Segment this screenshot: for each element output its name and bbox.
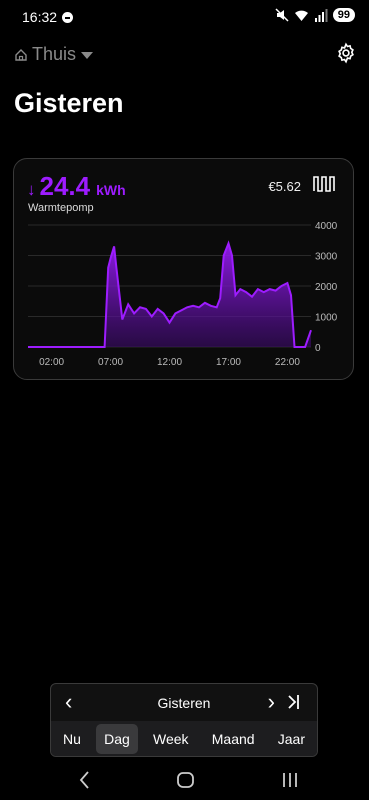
energy-unit: kWh — [96, 182, 126, 198]
home-icon — [15, 48, 27, 61]
period-navigator: ‹ Gisteren › Nu Dag Week Maand Jaar — [50, 683, 318, 757]
status-time: 16:32 — [22, 9, 58, 25]
battery-badge: 99 — [332, 8, 355, 22]
arrow-down-icon: ↓ — [27, 180, 36, 199]
caret-down-icon — [81, 51, 94, 59]
energy-card[interactable]: ↓ 24.4 kWh Warmtepomp €5.62 4000 3000 2000… — [13, 158, 354, 380]
y-tick-label: 0 — [315, 343, 321, 354]
x-tick-label: 07:00 — [98, 357, 123, 368]
mute-icon — [275, 8, 289, 22]
system-nav-bar — [79, 771, 297, 789]
skip-to-end-icon[interactable] — [287, 694, 301, 710]
notification-icon — [62, 12, 73, 23]
x-tick-label: 12:00 — [157, 357, 182, 368]
device-name: Warmtepomp — [28, 202, 94, 214]
location-label: Thuis — [32, 44, 77, 64]
cost-value: €5.62 — [268, 179, 301, 194]
tab-maand[interactable]: Maand — [204, 724, 263, 754]
energy-chart: 4000 3000 2000 1000 0 02:00 07:00 12:00 17:00 22:… — [28, 221, 338, 368]
chevron-right-icon[interactable]: › — [268, 689, 275, 715]
x-tick-label: 17:00 — [216, 357, 241, 368]
heat-pump-icon — [313, 176, 335, 192]
page-title: Gisteren — [14, 88, 124, 118]
status-bar: 16:32 99 — [0, 0, 369, 34]
x-tick-label: 02:00 — [39, 357, 64, 368]
y-tick-label: 3000 — [315, 252, 338, 263]
tab-week[interactable]: Week — [145, 724, 197, 754]
gear-icon[interactable] — [335, 42, 357, 64]
period-label: Gisteren — [157, 695, 211, 711]
y-tick-label: 1000 — [315, 313, 338, 324]
energy-value: 24.4 — [39, 171, 91, 201]
location-selector[interactable]: Thuis — [14, 44, 94, 65]
x-tick-label: 22:00 — [275, 357, 300, 368]
energy-total: ↓ 24.4 kWh — [27, 171, 126, 202]
chart-area — [28, 243, 311, 347]
home-button-icon[interactable] — [177, 772, 194, 788]
tab-dag[interactable]: Dag — [96, 724, 138, 754]
back-icon[interactable] — [79, 771, 89, 789]
period-tabs: Nu Dag Week Maand Jaar — [51, 721, 317, 756]
tab-nu[interactable]: Nu — [55, 724, 89, 754]
tab-jaar[interactable]: Jaar — [270, 724, 313, 754]
y-tick-label: 2000 — [315, 282, 338, 293]
signal-icon — [314, 8, 328, 22]
wifi-icon — [294, 10, 308, 21]
recents-icon[interactable] — [283, 773, 297, 787]
y-tick-label: 4000 — [315, 221, 338, 232]
